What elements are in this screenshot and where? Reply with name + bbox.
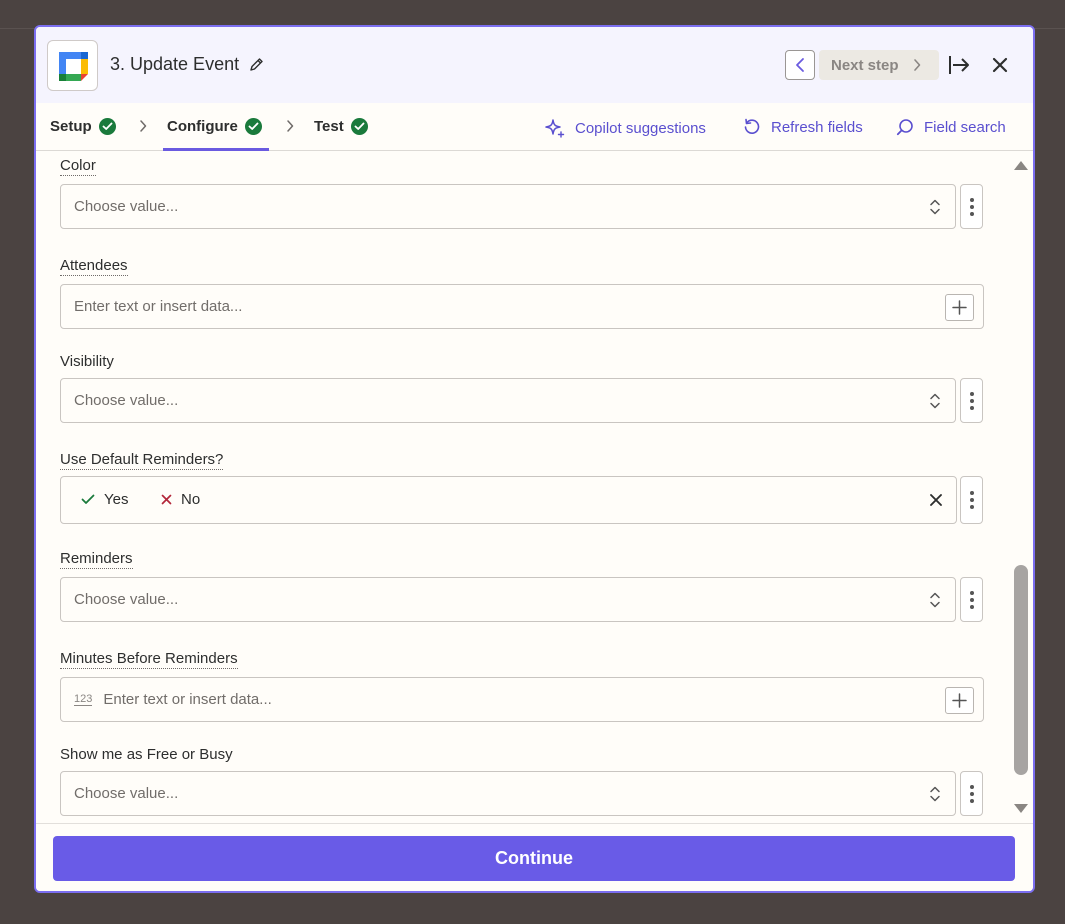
visibility-label: Visibility bbox=[60, 353, 114, 370]
fields-scroll-area[interactable]: Color Choose value... Attendees Enter te… bbox=[36, 152, 1033, 823]
collapse-icon[interactable] bbox=[948, 54, 970, 76]
next-step-button[interactable]: Next step bbox=[819, 50, 939, 80]
scroll-down-arrow-icon[interactable] bbox=[1013, 803, 1029, 815]
minutes-placeholder: Enter text or insert data... bbox=[103, 691, 272, 708]
number-type-badge: 123 bbox=[74, 693, 93, 706]
close-icon[interactable] bbox=[992, 57, 1008, 73]
attendees-label: Attendees bbox=[60, 257, 128, 276]
up-down-icon bbox=[930, 592, 940, 608]
copilot-label: Copilot suggestions bbox=[575, 120, 706, 137]
visibility-select[interactable]: Choose value... bbox=[60, 378, 956, 423]
step-title: 3. Update Event bbox=[110, 54, 240, 74]
attendees-input[interactable]: Enter text or insert data... bbox=[60, 284, 984, 329]
tab-setup[interactable]: Setup bbox=[50, 118, 116, 135]
tab-label: Setup bbox=[50, 118, 92, 135]
field-search-button[interactable]: Field search bbox=[896, 118, 1006, 136]
reminders-options-button[interactable] bbox=[960, 577, 983, 622]
color-select[interactable]: Choose value... bbox=[60, 184, 956, 229]
visibility-placeholder: Choose value... bbox=[74, 392, 179, 409]
yes-label: Yes bbox=[104, 491, 129, 508]
check-circle-icon bbox=[244, 118, 262, 135]
default-reminders-label: Use Default Reminders? bbox=[60, 451, 224, 470]
check-circle-icon bbox=[350, 118, 368, 135]
sparkle-icon bbox=[545, 119, 565, 138]
free-busy-select[interactable]: Choose value... bbox=[60, 771, 956, 816]
attendees-placeholder: Enter text or insert data... bbox=[74, 298, 243, 315]
reminders-label: Reminders bbox=[60, 550, 133, 569]
default-reminders-options-button[interactable] bbox=[960, 476, 983, 524]
insert-data-button[interactable] bbox=[945, 294, 974, 321]
color-label: Color bbox=[60, 157, 96, 176]
chevron-right-icon bbox=[140, 120, 147, 132]
active-tab-indicator bbox=[163, 148, 269, 151]
app-icon-frame bbox=[47, 40, 98, 91]
up-down-icon bbox=[930, 199, 940, 215]
check-circle-icon bbox=[98, 118, 116, 135]
reminders-placeholder: Choose value... bbox=[74, 591, 179, 608]
tab-test[interactable]: Test bbox=[314, 118, 368, 135]
color-placeholder: Choose value... bbox=[74, 198, 179, 215]
step-editor-modal: 3. Update Event Next step Setup Configur… bbox=[34, 25, 1035, 893]
x-icon bbox=[161, 494, 172, 505]
free-busy-options-button[interactable] bbox=[960, 771, 983, 816]
default-reminders-toggle: Yes No bbox=[60, 476, 957, 524]
continue-button[interactable]: Continue bbox=[53, 836, 1015, 881]
free-busy-placeholder: Choose value... bbox=[74, 785, 179, 802]
refresh-fields-button[interactable]: Refresh fields bbox=[743, 118, 863, 136]
no-label: No bbox=[181, 491, 201, 508]
chevron-left-icon bbox=[796, 58, 804, 72]
field-search-label: Field search bbox=[924, 118, 1006, 136]
tab-label: Configure bbox=[167, 118, 238, 135]
copilot-suggestions-button[interactable]: Copilot suggestions bbox=[544, 118, 706, 139]
pencil-icon[interactable] bbox=[249, 57, 264, 72]
color-options-button[interactable] bbox=[960, 184, 983, 229]
yes-option[interactable]: Yes bbox=[81, 491, 128, 508]
visibility-options-button[interactable] bbox=[960, 378, 983, 423]
chevron-right-icon bbox=[287, 120, 294, 132]
refresh-label: Refresh fields bbox=[771, 118, 863, 136]
modal-footer: Continue bbox=[36, 823, 1033, 891]
search-icon bbox=[896, 119, 913, 136]
close-icon[interactable] bbox=[929, 493, 943, 507]
refresh-icon bbox=[744, 118, 760, 134]
no-option[interactable]: No bbox=[161, 491, 200, 508]
tab-label: Test bbox=[314, 118, 344, 135]
up-down-icon bbox=[930, 393, 940, 409]
tab-configure[interactable]: Configure bbox=[167, 118, 262, 135]
modal-header: 3. Update Event Next step bbox=[36, 27, 1033, 103]
scrollbar-thumb[interactable] bbox=[1014, 565, 1028, 775]
google-calendar-icon bbox=[59, 52, 88, 81]
minutes-label: Minutes Before Reminders bbox=[60, 650, 238, 669]
free-busy-label: Show me as Free or Busy bbox=[60, 746, 233, 763]
plus-icon bbox=[952, 300, 967, 315]
minutes-input[interactable]: 123 Enter text or insert data... bbox=[60, 677, 984, 722]
up-down-icon bbox=[930, 786, 940, 802]
chevron-right-icon bbox=[913, 59, 920, 71]
check-icon bbox=[81, 494, 95, 504]
next-step-label: Next step bbox=[831, 56, 899, 74]
step-tabs: Setup Configure Test Copilot suggestions… bbox=[36, 103, 1033, 151]
scroll-up-arrow-icon[interactable] bbox=[1013, 159, 1029, 171]
reminders-select[interactable]: Choose value... bbox=[60, 577, 956, 622]
plus-icon bbox=[952, 693, 967, 708]
insert-data-button[interactable] bbox=[945, 687, 974, 714]
previous-step-button[interactable] bbox=[785, 50, 815, 80]
